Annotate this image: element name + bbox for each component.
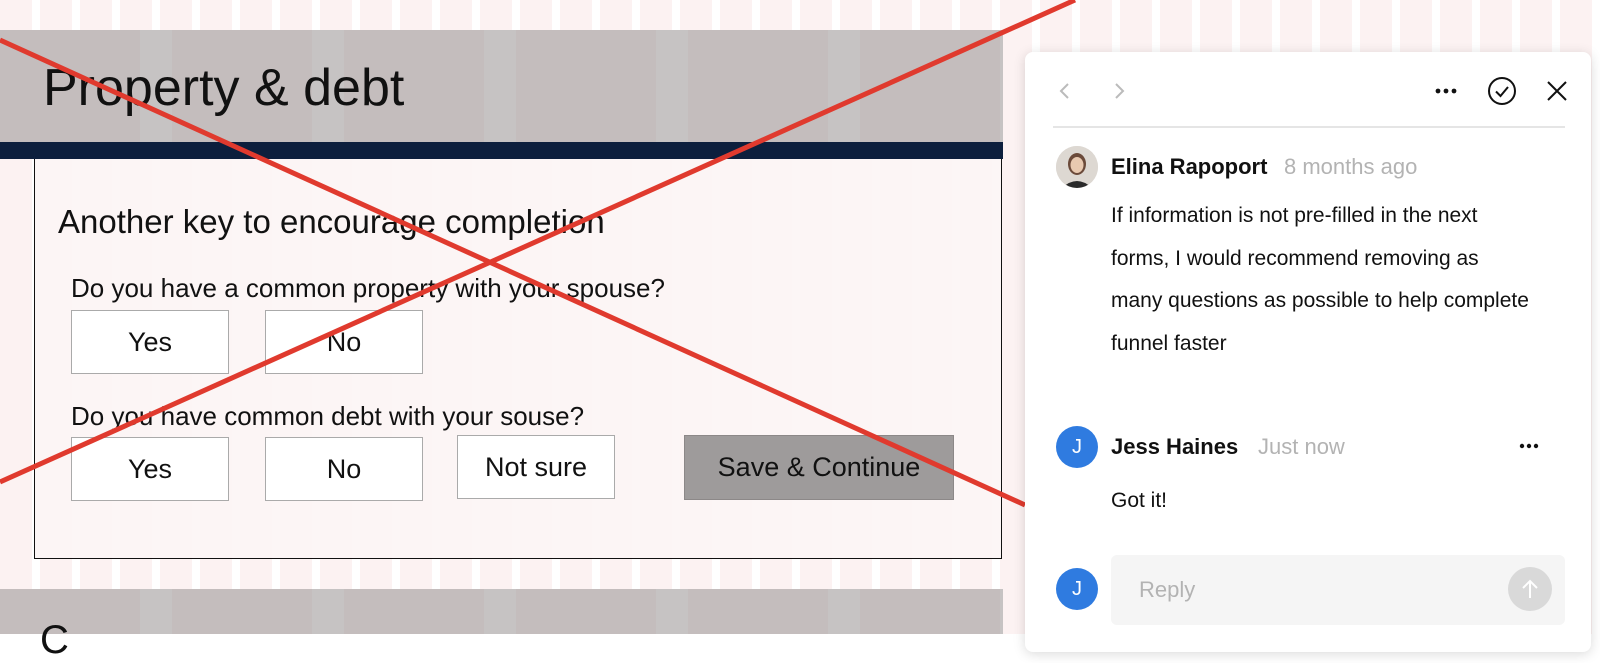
comment-author: Jess Haines (1111, 434, 1239, 459)
comment-panel: Elina Rapoport 8 months ago If informati… (1025, 52, 1591, 652)
comment-author: Elina Rapoport (1111, 154, 1268, 179)
page-title: Property & debt (43, 59, 405, 117)
panel-divider (1053, 126, 1565, 128)
reply-input[interactable]: Reply (1111, 555, 1565, 625)
close-icon[interactable] (1540, 74, 1574, 108)
next-section-title: C (40, 618, 69, 662)
chevron-right-icon[interactable] (1105, 77, 1133, 105)
debt-not-sure-button[interactable]: Not sure (457, 435, 615, 499)
property-yes-button[interactable]: Yes (71, 310, 229, 374)
question-property: Do you have a common property with your … (71, 273, 665, 303)
header-accent-bar (0, 142, 1003, 159)
debt-yes-button[interactable]: Yes (71, 437, 229, 501)
more-horizontal-icon[interactable] (1430, 77, 1462, 105)
avatar (1056, 146, 1098, 188)
comment-text: Got it! (1111, 489, 1168, 512)
property-no-button[interactable]: No (265, 310, 423, 374)
avatar: J (1056, 426, 1098, 468)
next-section-band (0, 589, 1003, 634)
arrow-up-icon (1522, 579, 1538, 598)
comment-timestamp: 8 months ago (1284, 154, 1418, 179)
save-continue-button[interactable]: Save & Continue (684, 435, 954, 500)
design-canvas: Property & debt Another key to encourage… (0, 0, 1003, 662)
chevron-left-icon[interactable] (1051, 77, 1079, 105)
question-debt: Do you have common debt with your souse? (71, 401, 585, 431)
more-horizontal-icon[interactable] (1515, 432, 1543, 460)
comment-text: If information is not pre-filled in the … (1111, 204, 1529, 355)
comment-timestamp: Just now (1258, 434, 1345, 459)
avatar: J (1056, 568, 1098, 610)
check-circle-icon[interactable] (1485, 74, 1519, 108)
debt-no-button[interactable]: No (265, 437, 423, 501)
section-heading: Another key to encourage completion (58, 203, 605, 240)
send-button[interactable] (1508, 567, 1552, 611)
